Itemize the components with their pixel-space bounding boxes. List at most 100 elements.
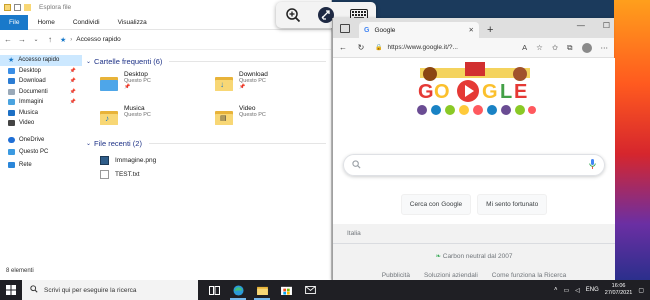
- carbon-neutral-link[interactable]: ❧ Carbon neutral dal 2007: [333, 252, 615, 260]
- sidebar-item-music[interactable]: Musica: [0, 108, 82, 119]
- recent-files-header[interactable]: ⌄ File recenti (2): [86, 137, 326, 149]
- folder-tile-video[interactable]: ▤ Video Questo PC: [215, 105, 330, 133]
- refresh-icon[interactable]: ↻: [357, 43, 365, 52]
- back-icon[interactable]: ←: [4, 35, 12, 44]
- documents-folder-icon: [8, 88, 15, 95]
- folder-location: Questo PC: [239, 112, 266, 118]
- show-hidden-icons-icon[interactable]: ˄: [554, 287, 558, 293]
- back-icon[interactable]: ←: [339, 43, 347, 52]
- tab-home[interactable]: Home: [28, 15, 63, 30]
- sidebar-item-network[interactable]: Rete: [0, 160, 82, 171]
- sidebar-item-quick-access[interactable]: ★ Accesso rapido: [0, 55, 82, 66]
- clock[interactable]: 16:06 27/07/2021: [605, 283, 633, 297]
- sidebar-item-label: Documenti: [19, 88, 48, 95]
- lock-icon[interactable]: 🔒: [375, 44, 382, 51]
- sidebar-item-label: OneDrive: [19, 136, 45, 143]
- tab-title: Google: [374, 26, 396, 34]
- navigation-pane: ★ Accesso rapido Desktop 📌 Download 📌 Do…: [0, 55, 82, 265]
- sidebar-item-onedrive[interactable]: OneDrive: [0, 135, 82, 146]
- sidebar-item-video[interactable]: Video: [0, 118, 82, 129]
- folder-tile-music[interactable]: ♪ Musica Questo PC: [100, 105, 215, 133]
- google-homepage: G O G L E Cerca con Google Mi sento fort…: [333, 58, 615, 280]
- file-explorer-taskbar-icon[interactable]: [250, 280, 274, 300]
- footer-link-advertising[interactable]: Pubblicità: [382, 272, 410, 279]
- svg-text:G: G: [418, 81, 434, 103]
- frequent-folders-header[interactable]: ⌄ Cartelle frequenti (6): [86, 55, 326, 67]
- store-taskbar-icon[interactable]: [274, 280, 298, 300]
- network-icon: [8, 161, 15, 168]
- address-bar-row: ← → ⌄ ↑ ★ › Accesso rapido: [0, 30, 331, 50]
- notifications-icon[interactable]: ▢: [638, 287, 644, 294]
- taskbar: Scrivi qui per eseguire la ricerca ˄ ▭ ◁…: [0, 280, 650, 300]
- language-indicator[interactable]: ENG: [586, 287, 599, 293]
- file-name: TEST.txt: [115, 170, 140, 178]
- forward-icon[interactable]: →: [18, 35, 26, 44]
- zoom-in-icon[interactable]: [282, 5, 304, 25]
- new-tab-icon[interactable]: +: [487, 22, 493, 38]
- new-folder-icon[interactable]: [24, 4, 31, 11]
- google-search-box[interactable]: [343, 154, 605, 176]
- collections-icon[interactable]: ⧉: [567, 43, 572, 53]
- window-controls: — ☐: [577, 21, 610, 30]
- edge-browser-window: G Google ✕ + — ☐ ← ↻ 🔒 https://www.googl…: [332, 18, 615, 280]
- sidebar-item-documents[interactable]: Documenti 📌: [0, 87, 82, 98]
- favorites-icon[interactable]: ✩: [552, 43, 558, 52]
- tab-view[interactable]: Visualizza: [109, 15, 156, 30]
- google-doodle[interactable]: G O G L E: [410, 60, 540, 118]
- folder-name: Desktop: [124, 71, 148, 78]
- sidebar-item-this-pc[interactable]: Questo PC: [0, 147, 82, 158]
- sidebar-item-pictures[interactable]: Immagini 📌: [0, 97, 82, 108]
- up-icon[interactable]: ↑: [46, 35, 54, 44]
- microphone-icon[interactable]: [589, 159, 596, 171]
- mail-taskbar-icon[interactable]: [298, 280, 322, 300]
- explorer-app-icon[interactable]: [4, 4, 11, 11]
- leaf-icon: ❧: [435, 253, 441, 260]
- network-status-icon[interactable]: ▭: [563, 287, 569, 294]
- pin-icon: 📌: [69, 88, 76, 95]
- onedrive-icon: [8, 136, 15, 143]
- recent-file-item[interactable]: TEST.txt: [100, 167, 326, 181]
- taskbar-search-placeholder: Scrivi qui per eseguire la ricerca: [44, 286, 137, 294]
- sidebar-item-label: Musica: [19, 109, 39, 116]
- start-button[interactable]: [0, 280, 22, 300]
- browser-actions: A ☆ ✩ ⧉ ⋯: [522, 42, 609, 53]
- profile-avatar[interactable]: [581, 42, 592, 53]
- clock-date: 27/07/2021: [604, 290, 633, 296]
- sidebar-item-download[interactable]: Download 📌: [0, 76, 82, 87]
- url-text: https://www.google.it/?...: [387, 44, 458, 51]
- read-aloud-icon[interactable]: A: [522, 43, 527, 52]
- recent-file-item[interactable]: Immagine.png: [100, 153, 326, 167]
- sidebar-item-label: Video: [19, 120, 35, 127]
- search-buttons: Cerca con Google Mi sento fortunato: [333, 194, 615, 215]
- tab-share[interactable]: Condividi: [64, 15, 109, 30]
- recent-locations-icon[interactable]: ⌄: [32, 36, 40, 43]
- maximize-icon[interactable]: ☐: [603, 21, 610, 30]
- sidebar-item-desktop[interactable]: Desktop 📌: [0, 66, 82, 77]
- close-tab-icon[interactable]: ✕: [469, 26, 474, 34]
- task-view-icon[interactable]: [202, 280, 226, 300]
- video-folder-icon: [8, 120, 15, 127]
- address-text: Accesso rapido: [76, 36, 121, 43]
- search-icon: [30, 285, 38, 295]
- address-bar[interactable]: ★ › Accesso rapido: [60, 36, 121, 44]
- sidebar-item-label: Desktop: [19, 67, 42, 74]
- pin-icon: 📌: [69, 67, 76, 74]
- volume-icon[interactable]: ◁: [575, 287, 580, 294]
- folder-name: Download: [239, 71, 268, 78]
- tab-actions-icon[interactable]: [340, 24, 350, 33]
- google-search-button[interactable]: Cerca con Google: [400, 194, 472, 215]
- tab-google[interactable]: G Google ✕: [359, 22, 479, 38]
- folder-tile-desktop[interactable]: Desktop Questo PC 📌: [100, 71, 215, 99]
- more-icon[interactable]: ⋯: [601, 43, 609, 52]
- properties-icon[interactable]: [14, 4, 21, 11]
- footer-link-how-search-works[interactable]: Come funziona la Ricerca: [492, 272, 566, 279]
- feeling-lucky-button[interactable]: Mi sento fortunato: [477, 194, 548, 215]
- url-bar[interactable]: 🔒 https://www.google.it/?...: [375, 44, 512, 51]
- folder-tile-download[interactable]: ↓ Download Questo PC 📌: [215, 71, 330, 99]
- footer-link-business[interactable]: Soluzioni aziendali: [424, 272, 478, 279]
- edge-taskbar-icon[interactable]: [226, 280, 250, 300]
- favorite-star-icon[interactable]: ☆: [536, 43, 543, 52]
- taskbar-search-box[interactable]: Scrivi qui per eseguire la ricerca: [22, 280, 198, 300]
- tab-file[interactable]: File: [0, 14, 29, 30]
- minimize-icon[interactable]: —: [577, 21, 585, 30]
